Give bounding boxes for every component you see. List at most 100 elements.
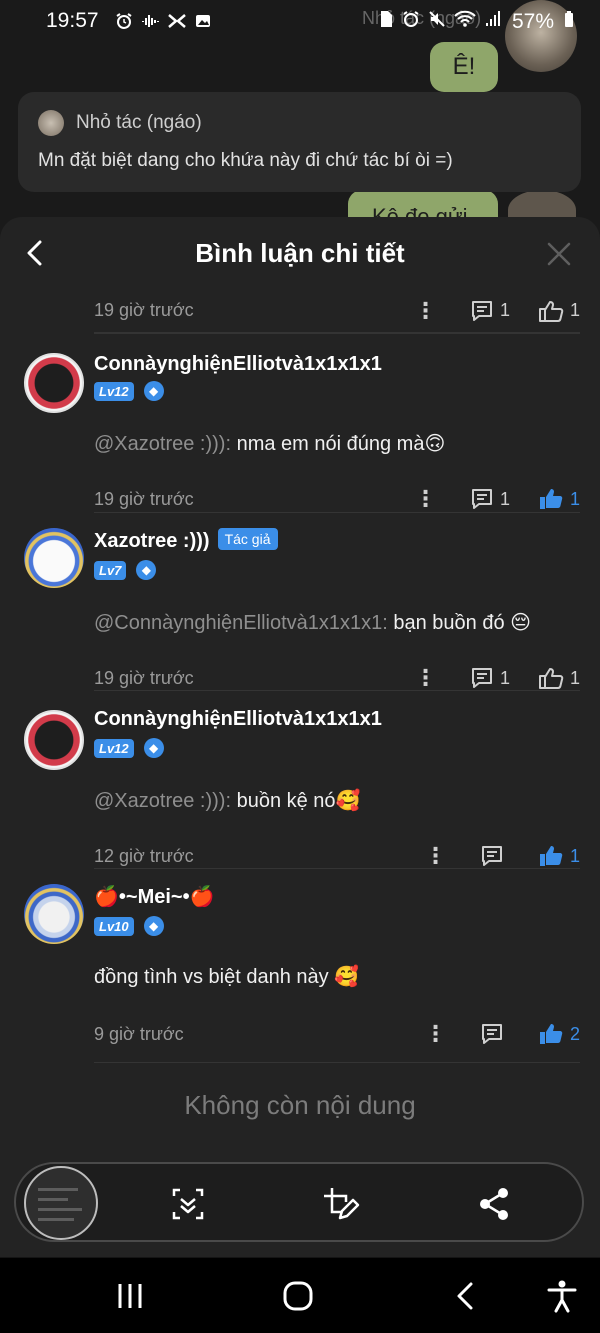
level-badge: Lv12 — [94, 738, 134, 758]
alarm-icon — [115, 12, 133, 35]
author-badge: Tác giả — [217, 528, 278, 550]
reply-preview-card[interactable]: Nhỏ tác (ngáo) Mn đặt biệt dang cho khứa… — [18, 92, 581, 192]
divider — [94, 512, 580, 513]
comment-count: 1 — [499, 300, 510, 320]
thumbs-up-icon — [539, 489, 563, 509]
recents-icon[interactable] — [112, 1278, 148, 1314]
more-options-icon[interactable]: ⋮ — [410, 299, 440, 322]
mention[interactable]: @Xazotree :))): — [94, 790, 231, 812]
comment-icon — [481, 1024, 502, 1044]
verified-shield-icon: ◆ — [143, 916, 164, 936]
reply-button[interactable]: 1 — [470, 487, 510, 511]
mention[interactable]: @Xazotree :))): — [94, 433, 231, 455]
comment-meta: 9 giờ trước ⋮ 2 — [94, 1014, 580, 1054]
comment-count: 1 — [499, 488, 510, 509]
comment-time: 19 giờ trước — [94, 667, 194, 688]
reply-button[interactable]: 1 — [470, 299, 510, 323]
thumbs-up-icon — [538, 300, 564, 322]
comment-time: 19 giờ trước — [94, 300, 194, 320]
comment-meta: 19 giờ trước ⋮ 1 1 — [94, 658, 580, 698]
edit-crop-icon[interactable] — [320, 1184, 360, 1224]
screenshot-toolbar — [14, 1162, 584, 1242]
system-navigation-bar — [0, 1258, 600, 1333]
accessibility-icon[interactable] — [544, 1278, 580, 1314]
level-badge: Lv10 — [94, 916, 134, 936]
home-icon[interactable] — [280, 1278, 316, 1314]
avatar — [38, 110, 64, 136]
sheet-header: Bình luận chi tiết — [0, 217, 600, 289]
gallery-icon — [195, 12, 211, 35]
like-count: 1 — [569, 667, 580, 688]
comment-detail-sheet: Bình luận chi tiết 19 giờ trước ⋮ 1 1 Co… — [0, 217, 600, 1257]
comment-icon — [471, 668, 492, 688]
reply-sender-name: Nhỏ tác (ngáo) — [76, 112, 202, 133]
comment-username[interactable]: ConnàynghiệnElliotvà1x1x1x1 — [94, 353, 382, 376]
screenshot-thumbnail[interactable] — [24, 1166, 98, 1240]
like-button[interactable]: 1 — [538, 666, 580, 690]
divider — [94, 333, 580, 334]
sheet-title: Bình luận chi tiết — [195, 237, 405, 268]
comment-time: 19 giờ trước — [94, 488, 194, 509]
comment-icon — [471, 300, 492, 321]
back-arrow-icon[interactable] — [22, 237, 50, 269]
avatar[interactable] — [24, 884, 84, 944]
comment-icon — [471, 489, 492, 509]
like-count: 1 — [569, 300, 580, 320]
status-bar: 19:57 57% — [0, 0, 600, 44]
divider — [94, 868, 580, 869]
verified-shield-icon: ◆ — [136, 560, 157, 580]
level-badge: Lv7 — [94, 560, 127, 580]
scroll-capture-icon[interactable] — [168, 1184, 208, 1224]
comment-username[interactable]: ConnàynghiệnElliotvà1x1x1x1 — [94, 708, 382, 731]
comment-text: đồng tình vs biệt danh này 🥰 — [94, 966, 360, 988]
reply-button[interactable] — [480, 1022, 510, 1046]
more-options-icon[interactable]: ⋮ — [420, 1023, 450, 1045]
battery-percent: 57% — [511, 10, 554, 33]
status-time: 19:57 — [46, 9, 99, 33]
mute-icon — [428, 10, 446, 34]
comment-text: @Xazotree :))): nma em nói đúng mà🙃 — [94, 433, 446, 455]
verified-shield-icon: ◆ — [143, 738, 164, 758]
thumbs-up-icon — [538, 668, 564, 689]
reply-button[interactable]: 1 — [470, 666, 510, 690]
like-count: 1 — [569, 845, 580, 866]
comment-username[interactable]: Xazotree :))) Tác giả — [94, 528, 278, 553]
like-count: 1 — [569, 488, 580, 509]
sim-icon — [378, 10, 394, 34]
divider — [94, 690, 580, 691]
comment-text: @ConnàynghiệnElliotvà1x1x1x1: bạn buồn đ… — [94, 612, 532, 634]
like-count: 2 — [569, 1023, 580, 1044]
more-options-icon[interactable]: ⋮ — [410, 667, 440, 689]
alarm-icon — [402, 10, 420, 34]
close-icon[interactable] — [546, 241, 572, 267]
share-icon[interactable] — [474, 1184, 514, 1224]
more-options-icon[interactable]: ⋮ — [410, 488, 440, 510]
like-button[interactable]: 1 — [538, 299, 580, 323]
reply-message-text: Mn đặt biệt dang cho khứa này đi chứ tác… — [38, 150, 453, 171]
divider — [94, 1062, 580, 1063]
comment-icon — [481, 846, 502, 866]
avatar[interactable] — [24, 353, 84, 413]
no-more-content-label: Không còn nội dung — [184, 1090, 416, 1120]
avatar[interactable] — [24, 710, 84, 770]
more-options-icon[interactable]: ⋮ — [420, 845, 450, 867]
battery-icon — [564, 10, 574, 34]
voice-icon — [141, 12, 160, 35]
comment-username[interactable]: 🍎•~Mei~•🍎 — [94, 884, 215, 909]
like-button[interactable]: 1 — [538, 844, 580, 868]
thumbs-up-icon — [539, 846, 563, 866]
back-icon[interactable] — [448, 1278, 484, 1314]
verified-shield-icon: ◆ — [143, 381, 164, 401]
like-button[interactable]: 1 — [538, 487, 580, 511]
reply-button[interactable] — [480, 844, 510, 868]
avatar[interactable] — [24, 528, 84, 588]
chat-bubble[interactable]: Ê! — [430, 42, 498, 92]
signal-icon — [484, 10, 502, 34]
level-badge: Lv12 — [94, 381, 134, 401]
like-button[interactable]: 2 — [538, 1022, 580, 1046]
screen-record-icon — [167, 12, 187, 35]
wifi-icon — [454, 10, 476, 34]
comment-meta: 12 giờ trước ⋮ 1 — [94, 836, 580, 876]
comment-text: @Xazotree :))): buồn kệ nó🥰 — [94, 790, 361, 812]
mention[interactable]: @ConnàynghiệnElliotvà1x1x1x1: — [94, 612, 388, 634]
